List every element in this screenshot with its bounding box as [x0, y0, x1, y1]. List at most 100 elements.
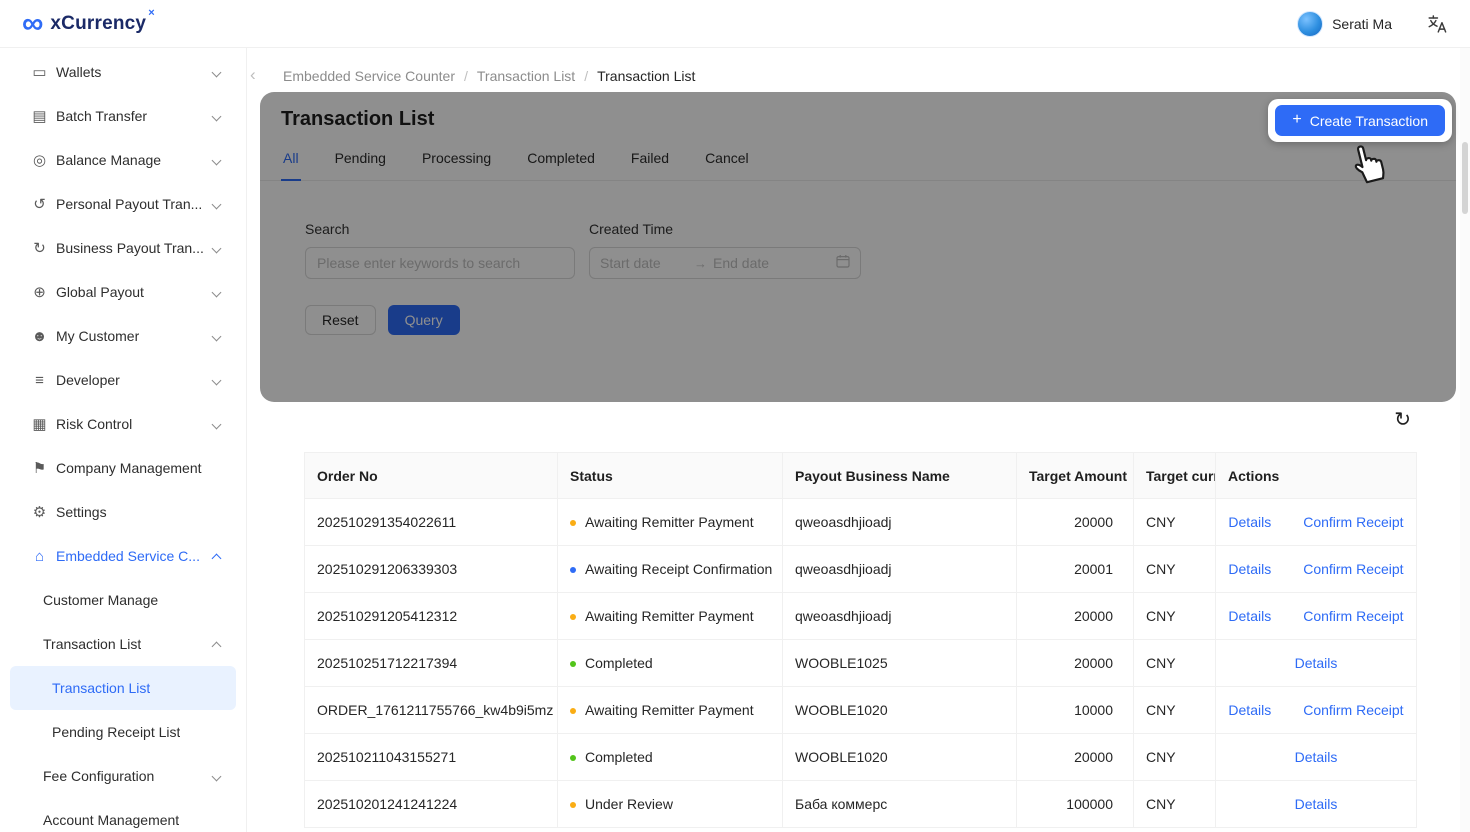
sidebar-item-wallets[interactable]: ▭Wallets	[0, 50, 246, 94]
page-header-section: Transaction List AllPendingProcessingCom…	[260, 92, 1456, 402]
sidebar-item-label: Pending Receipt List	[52, 724, 180, 740]
payout-business-name-cell: WOOBLE1020	[783, 687, 1017, 734]
embedded-service-icon: ⌂	[30, 548, 49, 565]
sidebar-item-label: Settings	[56, 504, 107, 520]
sidebar: ▭Wallets ▤ Batch Transfer ◎Balance Manage↺P…	[0, 48, 247, 832]
table-header-row: Order NoStatusPayout Business NameTarget…	[305, 453, 1417, 499]
sidebar-item-risk-control[interactable]: ▦Risk Control	[0, 402, 246, 446]
column-header-status: Status	[558, 453, 783, 499]
refresh-icon[interactable]: ↻	[1394, 410, 1411, 430]
details-link[interactable]: Details	[1295, 796, 1338, 812]
table-row: ORDER_1761211755766_kw4b9i5mzAwaiting Re…	[305, 687, 1417, 734]
column-header-target-amount: Target Amount	[1017, 453, 1134, 499]
column-header-order-no: Order No	[305, 453, 558, 499]
status-cell: Awaiting Receipt Confirmation	[558, 546, 783, 593]
sidebar-item-account-management[interactable]: Account Management	[0, 798, 246, 832]
my-customer-icon: ☻	[30, 328, 49, 345]
sidebar-item-my-customer[interactable]: ☻My Customer	[0, 314, 246, 358]
table-row: 202510251712217394CompletedWOOBLE1025200…	[305, 640, 1417, 687]
details-link[interactable]: Details	[1295, 749, 1338, 765]
sidebar-item-personal-payout-tran[interactable]: ↺Personal Payout Tran...	[0, 182, 246, 226]
confirm-receipt-link[interactable]: Confirm Receipt	[1303, 514, 1403, 530]
plus-icon: +	[1292, 112, 1301, 128]
global-payout-icon: ⊕	[30, 283, 49, 301]
order-no-cell: 202510251712217394	[305, 640, 558, 687]
details-link[interactable]: Details	[1295, 655, 1338, 671]
settings-icon: ⚙	[30, 503, 49, 521]
status-dot	[570, 520, 576, 526]
order-no-cell: 202510291205412312	[305, 593, 558, 640]
actions-cell: Details Confirm Receipt	[1216, 593, 1417, 640]
business-payout-icon: ↻	[30, 239, 49, 257]
sidebar-item-label: Balance Manage	[56, 152, 161, 168]
payout-business-name-cell: qweoasdhjioadj	[783, 499, 1017, 546]
sidebar-item-customer-manage[interactable]: Customer Manage	[0, 578, 246, 622]
sidebar-item-label: Personal Payout Tran...	[56, 196, 202, 212]
target-currency-cell: CNY	[1134, 593, 1216, 640]
chevron-up-icon	[212, 641, 222, 651]
sidebar-item-global-payout[interactable]: ⊕ Global Payout	[0, 270, 246, 314]
sidebar-item-fee-configuration[interactable]: Fee Configuration	[0, 754, 246, 798]
confirm-receipt-link[interactable]: Confirm Receipt	[1303, 608, 1403, 624]
status-text: Awaiting Remitter Payment	[585, 702, 754, 718]
create-transaction-button[interactable]: + Create Transaction	[1275, 105, 1445, 136]
brand-logo[interactable]: ∞ xCurrency ×	[22, 11, 155, 37]
chevron-down-icon	[212, 243, 222, 253]
chevron-down-icon	[212, 771, 222, 781]
confirm-receipt-link[interactable]: Confirm Receipt	[1303, 702, 1403, 718]
status-dot	[570, 708, 576, 714]
target-currency-cell: CNY	[1134, 781, 1216, 828]
sidebar-item-company-management[interactable]: ⚑Company Management	[0, 446, 246, 490]
avatar[interactable]	[1297, 11, 1323, 37]
status-text: Awaiting Receipt Confirmation	[585, 561, 772, 577]
confirm-receipt-link[interactable]: Confirm Receipt	[1303, 561, 1403, 577]
details-link[interactable]: Details	[1228, 514, 1271, 530]
target-amount-cell: 20001	[1017, 546, 1134, 593]
status-text: Awaiting Remitter Payment	[585, 608, 754, 624]
details-link[interactable]: Details	[1228, 561, 1271, 577]
sidebar-collapse-button[interactable]: ‹	[250, 66, 256, 83]
table-row: 202510201241241224Under ReviewБаба комме…	[305, 781, 1417, 828]
target-currency-cell: CNY	[1134, 687, 1216, 734]
sidebar-item-label: Developer	[56, 372, 120, 388]
sidebar-item-pending-receipt-list[interactable]: Pending Receipt List	[0, 710, 246, 754]
sidebar-item-balance-manage[interactable]: ◎Balance Manage	[0, 138, 246, 182]
payout-business-name-cell: Баба коммерс	[783, 781, 1017, 828]
wallet-icon: ▭	[30, 63, 49, 81]
column-header-payout-business-name: Payout Business Name	[783, 453, 1017, 499]
user-name[interactable]: Serati Ma	[1332, 16, 1392, 32]
chevron-down-icon	[212, 155, 222, 165]
breadcrumb-item[interactable]: Transaction List	[477, 68, 575, 84]
app-layout: ▭Wallets ▤ Batch Transfer ◎Balance Manage↺P…	[0, 48, 1470, 832]
sidebar-item-settings[interactable]: ⚙ Settings	[0, 490, 246, 534]
status-cell: Awaiting Remitter Payment	[558, 593, 783, 640]
target-amount-cell: 20000	[1017, 640, 1134, 687]
sidebar-item-label: Transaction List	[43, 636, 141, 652]
payout-business-name-cell: qweoasdhjioadj	[783, 593, 1017, 640]
sidebar-item-label: Global Payout	[56, 284, 144, 300]
chevron-down-icon	[212, 199, 222, 209]
refresh-row: ↻	[283, 410, 1456, 430]
target-amount-cell: 20000	[1017, 593, 1134, 640]
sidebar-item-batch-transfer[interactable]: ▤ Batch Transfer	[0, 94, 246, 138]
details-link[interactable]: Details	[1228, 702, 1271, 718]
chevron-down-icon	[212, 375, 222, 385]
sidebar-item-transaction-list[interactable]: Transaction List	[10, 666, 236, 710]
sidebar-item-embedded-service-c[interactable]: ⌂Embedded Service C...	[0, 534, 246, 578]
status-dot	[570, 567, 576, 573]
breadcrumb-item[interactable]: Embedded Service Counter	[283, 68, 455, 84]
sidebar-item-transaction-list[interactable]: Transaction List	[0, 622, 246, 666]
sidebar-item-label: Risk Control	[56, 416, 132, 432]
details-link[interactable]: Details	[1228, 608, 1271, 624]
actions-cell: Details	[1216, 640, 1417, 687]
batch-transfer-icon: ▤	[30, 107, 49, 125]
scrollbar-thumb[interactable]	[1462, 142, 1468, 214]
sidebar-item-developer[interactable]: ≡Developer	[0, 358, 246, 402]
translate-icon[interactable]	[1426, 13, 1448, 35]
sidebar-item-business-payout-tran[interactable]: ↻Business Payout Tran...	[0, 226, 246, 270]
target-currency-cell: CNY	[1134, 546, 1216, 593]
table-row: 202510291206339303Awaiting Receipt Confi…	[305, 546, 1417, 593]
sidebar-item-label: Batch Transfer	[56, 108, 147, 124]
chevron-up-icon	[212, 553, 222, 563]
target-amount-cell: 20000	[1017, 499, 1134, 546]
